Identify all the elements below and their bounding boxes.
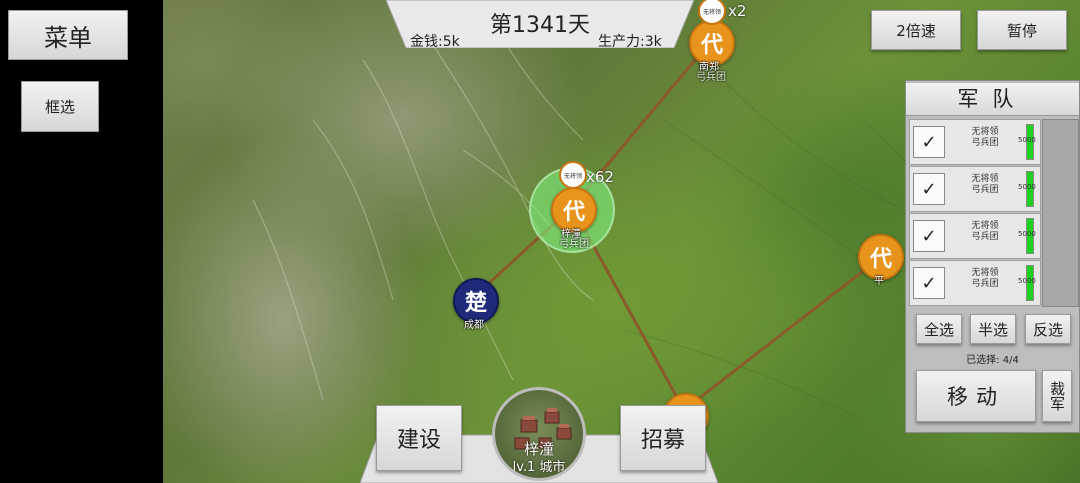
city-portrait[interactable]: 梓潼 lv.1 城市	[492, 387, 586, 481]
army-panel: 军队 ✓ 无将领 弓兵团 5000 ✓ 无将领 弓兵团 5000 ✓ 无将领 弓兵团 …	[905, 80, 1080, 433]
menu-button[interactable]: 菜单	[8, 10, 128, 60]
army-row-name: 无将领	[971, 221, 999, 231]
army-row-checkbox[interactable]: ✓	[913, 126, 945, 158]
box-select-button[interactable]: 框选	[21, 81, 99, 132]
select-all-button[interactable]: 全选	[916, 314, 962, 344]
army-row-checkbox[interactable]: ✓	[913, 267, 945, 299]
army-row-checkbox[interactable]: ✓	[913, 173, 945, 205]
army-row-checkbox[interactable]: ✓	[913, 220, 945, 252]
army-list[interactable]: ✓ 无将领 弓兵团 5000 ✓ 无将领 弓兵团 5000 ✓ 无将领 弓兵团 500…	[906, 119, 1079, 309]
army-row[interactable]: ✓ 无将领 弓兵团 5000	[909, 166, 1041, 212]
selected-count-label: 已选择:	[966, 355, 1000, 366]
army-row-unit: 弓兵团	[971, 185, 999, 195]
army-bubble-zitong[interactable]: 无将领	[559, 161, 587, 189]
money-label: 金钱:5k	[410, 34, 460, 50]
army-row-strength: 5000	[1018, 136, 1036, 144]
army-row-label: 无将领 弓兵团	[950, 221, 1020, 243]
city-sub-nanzheng: 弓兵团	[696, 72, 726, 83]
army-row-strength: 5000	[1018, 183, 1036, 191]
production-label: 生产力:3k	[598, 34, 662, 50]
build-button[interactable]: 建设	[376, 405, 462, 471]
army-count-nanzheng: x2	[728, 2, 747, 20]
pause-button[interactable]: 暂停	[977, 10, 1067, 50]
army-row[interactable]: ✓ 无将领 弓兵团 5000	[909, 213, 1041, 259]
top-status-banner: 第1341天 金钱:5k 生产力:3k	[386, 0, 694, 50]
army-row-name: 无将领	[971, 174, 999, 184]
army-panel-title: 军队	[906, 83, 1079, 116]
army-row-unit: 弓兵团	[971, 232, 999, 242]
bottom-city-bar: 建设 招募 梓潼 lv.1 城市	[360, 387, 718, 483]
recruit-button[interactable]: 招募	[620, 405, 706, 471]
army-row-strength: 5000	[1018, 230, 1036, 238]
move-button[interactable]: 移动	[916, 370, 1036, 422]
city-name-chengdu: 成都	[464, 320, 484, 331]
selected-count: 已选择: 4/4	[906, 351, 1079, 366]
army-row-label: 无将领 弓兵团	[950, 174, 1020, 196]
army-row-label: 无将领 弓兵团	[950, 127, 1020, 149]
army-row-unit: 弓兵团	[971, 138, 999, 148]
army-row-strength: 5000	[1018, 277, 1036, 285]
army-row[interactable]: ✓ 无将领 弓兵团 5000	[909, 260, 1041, 306]
select-half-button[interactable]: 半选	[970, 314, 1016, 344]
army-count-zitong: x62	[586, 168, 614, 186]
army-row[interactable]: ✓ 无将领 弓兵团 5000	[909, 119, 1041, 165]
speed-button[interactable]: 2倍速	[871, 10, 961, 50]
army-row-label: 无将领 弓兵团	[950, 268, 1020, 290]
city-portrait-level: lv.1 城市	[512, 460, 566, 475]
selected-count-value: 4/4	[1002, 355, 1019, 366]
army-list-scrollbar[interactable]	[1042, 119, 1079, 307]
army-row-name: 无将领	[971, 268, 999, 278]
city-name-ping: 平	[874, 276, 884, 287]
city-sub-zitong: 弓兵团	[559, 239, 589, 250]
disband-button[interactable]: 裁军	[1042, 370, 1072, 422]
invert-select-button[interactable]: 反选	[1025, 314, 1071, 344]
army-row-name: 无将领	[971, 127, 999, 137]
army-row-unit: 弓兵团	[971, 279, 999, 289]
